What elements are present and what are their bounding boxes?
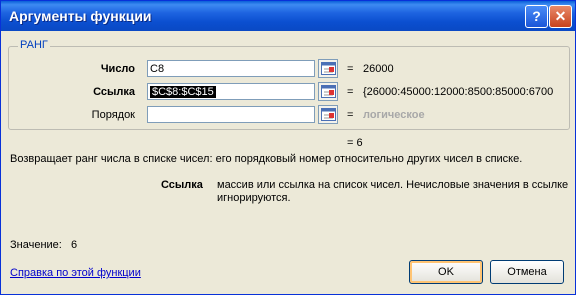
- order-equals: =: [347, 109, 354, 121]
- reference-label: Ссылка: [93, 86, 135, 98]
- close-button[interactable]: ✕: [549, 5, 572, 28]
- reference-field-value: $C$8:$C$15: [150, 86, 216, 98]
- title-bar[interactable]: Аргументы функции ? ✕: [1, 1, 575, 31]
- number-collapse-button[interactable]: [318, 59, 338, 78]
- order-collapse-button[interactable]: [318, 105, 338, 124]
- collapse-dialog-icon: [321, 85, 336, 98]
- value-number: 6: [71, 239, 78, 251]
- reference-field[interactable]: $C$8:$C$15: [147, 83, 315, 100]
- cancel-button[interactable]: Отмена: [490, 260, 564, 284]
- number-result: 26000: [363, 63, 394, 75]
- dialog-title: Аргументы функции: [9, 8, 152, 24]
- formula-result: = 6: [347, 137, 363, 149]
- value-label: Значение:: [10, 239, 62, 251]
- number-field-value: C8: [150, 63, 165, 75]
- order-result: логическое: [363, 109, 425, 121]
- help-button[interactable]: ?: [525, 5, 548, 28]
- order-label: Порядок: [91, 109, 135, 121]
- function-description: Возвращает ранг числа в списке чисел: ег…: [10, 153, 523, 165]
- function-arguments-dialog: Аргументы функции ? ✕ РАНГ Число C8 = 26…: [0, 0, 576, 295]
- function-help-link[interactable]: Справка по этой функции: [10, 267, 141, 279]
- function-name: РАНГ: [18, 39, 50, 51]
- number-label: Число: [100, 63, 135, 75]
- order-field[interactable]: [147, 106, 315, 123]
- collapse-dialog-icon: [321, 108, 336, 121]
- number-equals: =: [347, 63, 354, 75]
- argument-name: Ссылка: [161, 179, 203, 191]
- reference-result: {26000:45000:12000:8500:85000:6700: [363, 86, 554, 98]
- number-field[interactable]: C8: [147, 60, 315, 77]
- ok-button[interactable]: OK: [409, 260, 483, 284]
- reference-collapse-button[interactable]: [318, 82, 338, 101]
- collapse-dialog-icon: [321, 62, 336, 75]
- argument-description: массив или ссылка на список чисел. Нечис…: [217, 179, 569, 204]
- reference-equals: =: [347, 86, 354, 98]
